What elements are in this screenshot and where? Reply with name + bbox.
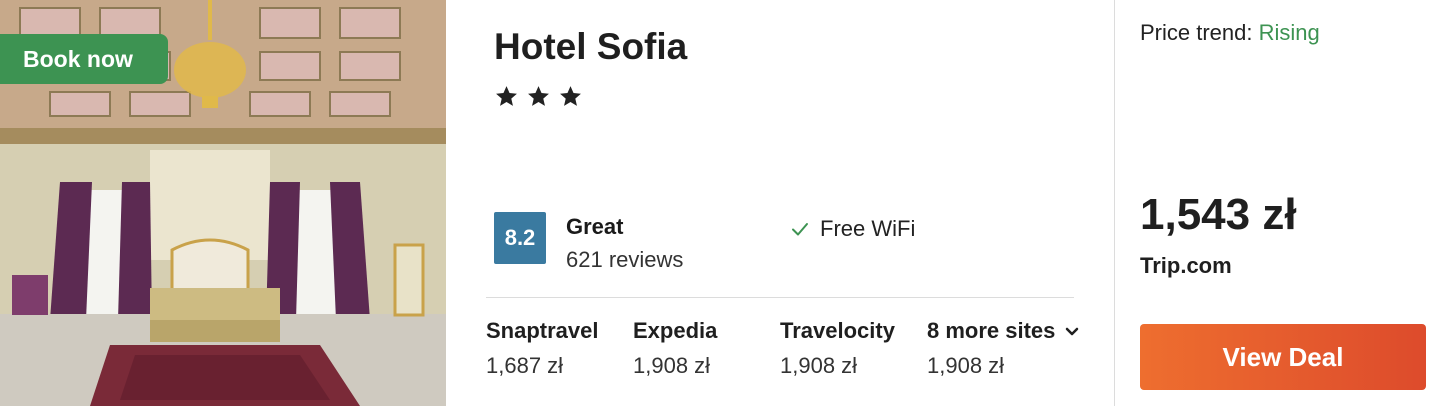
hotel-name[interactable]: Hotel Sofia bbox=[494, 26, 687, 68]
site-offer-travelocity[interactable]: Travelocity 1,908 zł bbox=[780, 318, 895, 379]
hotel-photo[interactable]: Book now bbox=[0, 0, 446, 406]
amenity-label: Free WiFi bbox=[820, 216, 916, 241]
star-icon bbox=[528, 86, 549, 106]
price-trend-value: Rising bbox=[1258, 20, 1320, 45]
rating-label: Great bbox=[566, 214, 624, 239]
amenity-item: Free WiFi bbox=[790, 216, 915, 242]
deal-provider: Trip.com bbox=[1140, 253, 1232, 278]
more-sites-label: 8 more sites bbox=[927, 318, 1056, 343]
site-offer-snaptravel[interactable]: Snaptravel 1,687 zł bbox=[486, 318, 599, 379]
site-price: 1,908 zł bbox=[633, 353, 711, 378]
book-now-badge[interactable]: Book now bbox=[0, 34, 168, 84]
star-rating bbox=[494, 84, 583, 114]
price-trend-label: Price trend: bbox=[1140, 20, 1253, 45]
site-name: Travelocity bbox=[780, 318, 895, 343]
site-price: 1,908 zł bbox=[780, 353, 858, 378]
star-icon bbox=[496, 86, 517, 106]
best-price: 1,543 zł bbox=[1140, 190, 1297, 239]
chevron-down-icon[interactable] bbox=[1065, 327, 1079, 337]
rating-score-badge[interactable]: 8.2 bbox=[494, 212, 546, 264]
site-price: 1,908 zł bbox=[927, 353, 1005, 378]
site-name: Snaptravel bbox=[486, 318, 599, 343]
price-trend: Price trend: Rising bbox=[1140, 20, 1320, 46]
review-count-link[interactable]: 621 reviews bbox=[566, 247, 683, 273]
hotel-result-card: Book now Hotel Sofia 8.2 Great 621 revie… bbox=[0, 0, 1438, 406]
site-offer-expedia[interactable]: Expedia 1,908 zł bbox=[633, 318, 717, 379]
column-divider bbox=[1114, 0, 1115, 406]
star-icon bbox=[560, 86, 581, 106]
divider bbox=[486, 297, 1074, 298]
site-price: 1,687 zł bbox=[486, 353, 564, 378]
site-name: Expedia bbox=[633, 318, 718, 343]
view-deal-button[interactable]: View Deal bbox=[1140, 324, 1426, 390]
more-sites-dropdown[interactable]: 8 more sites 1,908 zł bbox=[927, 318, 1079, 379]
check-icon bbox=[792, 223, 808, 236]
